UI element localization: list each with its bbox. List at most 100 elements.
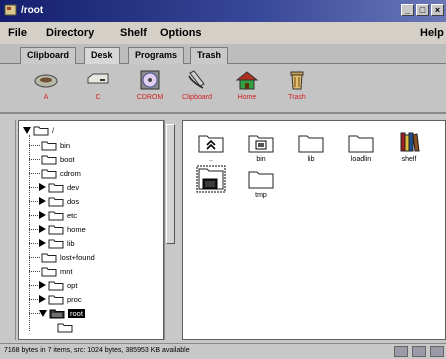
tray-icon[interactable]	[412, 346, 426, 357]
folder-icon	[33, 126, 49, 135]
left-gutter	[0, 120, 16, 340]
tree-item-dos[interactable]: dos	[39, 194, 79, 208]
folder-icon	[248, 135, 274, 153]
tree-label: bin	[60, 140, 71, 150]
app-icon	[4, 4, 17, 16]
folder-icon	[41, 155, 57, 164]
shelf-label-a: A	[43, 94, 49, 101]
menu-bar: File Directory Shelf Options Help	[0, 22, 446, 44]
folder-icon	[298, 135, 324, 153]
tab-trash[interactable]: Trash	[190, 47, 229, 64]
shelf-item-clipboard[interactable]: Clipboard	[173, 70, 221, 101]
tab-programs[interactable]: Programs	[128, 47, 185, 64]
tree-item-root[interactable]: root	[39, 306, 85, 320]
expand-icon[interactable]	[39, 225, 46, 233]
file-label: bin	[256, 156, 266, 163]
folder-icon	[48, 183, 64, 192]
tree-label: mnt	[60, 266, 73, 276]
expand-icon[interactable]	[39, 295, 46, 303]
tree-scrollbar[interactable]	[164, 120, 176, 340]
file-label: shelf	[401, 156, 417, 163]
folder-icon	[48, 295, 64, 304]
shelf-tab-bar: Clipboard Desk Programs Trash	[0, 44, 446, 64]
home-icon	[235, 71, 259, 90]
trash-icon	[290, 71, 304, 90]
tree-label: proc	[67, 294, 82, 304]
folder-icon	[41, 267, 57, 276]
tree-item-boot[interactable]: boot	[41, 152, 75, 166]
menu-options[interactable]: Options	[160, 27, 202, 39]
folder-icon	[41, 141, 57, 150]
tree-label: lib	[67, 238, 75, 248]
tab-clipboard[interactable]: Clipboard	[20, 47, 76, 64]
folder-icon	[48, 225, 64, 234]
shelf-item-trash[interactable]: Trash	[273, 70, 321, 101]
menu-help[interactable]: Help	[420, 27, 444, 39]
tree-item-bin[interactable]: bin	[41, 138, 70, 152]
tree-item-lib[interactable]: lib	[39, 236, 75, 250]
collapse-icon[interactable]	[23, 126, 31, 134]
tree-item-lost-found[interactable]: lost+found	[41, 250, 95, 264]
expand-icon[interactable]	[39, 281, 46, 289]
close-button[interactable]: ×	[431, 4, 444, 16]
tree-item-cdrom[interactable]: cdrom	[41, 166, 81, 180]
tree-item-root-dir[interactable]: /	[23, 123, 54, 137]
tree-label-selected: root	[68, 308, 85, 318]
menu-directory[interactable]: Directory	[46, 27, 94, 39]
file-item-bin[interactable]: bin	[239, 133, 283, 163]
file-label: ..	[209, 156, 213, 163]
parent-folder-icon	[198, 135, 224, 153]
tree-label: dos	[67, 196, 80, 206]
tree-label: home	[67, 224, 86, 234]
shelf-label-trash: Trash	[288, 94, 306, 101]
title-bar: /root _ □ ×	[0, 0, 446, 22]
tree-label: lost+found	[60, 252, 95, 262]
shelf-item-c[interactable]: C	[74, 70, 122, 101]
expand-icon[interactable]	[39, 211, 46, 219]
tree-item-dev[interactable]: dev	[39, 180, 79, 194]
tray-icon[interactable]	[394, 346, 408, 357]
tree-label: /	[52, 125, 55, 135]
shelf-label-clipboard: Clipboard	[182, 94, 212, 101]
file-item-shelf[interactable]: shelf	[387, 131, 431, 163]
shelf-label-c: C	[95, 94, 101, 101]
directory-tree: / bin boot cdrom dev dos etc home lib lo…	[18, 120, 164, 340]
shelf-item-home[interactable]: Home	[223, 70, 271, 101]
collapse-icon[interactable]	[39, 309, 47, 317]
tree-item-partial[interactable]	[57, 320, 73, 334]
file-item-parent[interactable]: ..	[189, 133, 233, 163]
file-item-terminal[interactable]	[189, 165, 233, 196]
tree-item-proc[interactable]: proc	[39, 292, 82, 306]
file-item-loadlin[interactable]: loadlin	[339, 133, 383, 163]
expand-icon[interactable]	[39, 239, 46, 247]
tree-label: opt	[67, 280, 78, 290]
tree-label: boot	[60, 154, 75, 164]
tree-scrollbar-thumb[interactable]	[166, 124, 175, 244]
file-item-lib[interactable]: lib	[289, 133, 333, 163]
shelf-item-a[interactable]: A	[22, 70, 70, 101]
shelf-item-cdrom[interactable]: CDROM	[126, 70, 174, 101]
books-icon	[400, 132, 420, 152]
folder-open-icon	[49, 309, 65, 318]
terminal-folder-icon	[196, 165, 226, 193]
folder-icon	[248, 171, 274, 189]
tab-desk[interactable]: Desk	[84, 47, 120, 64]
folder-icon	[41, 253, 57, 262]
tree-item-etc[interactable]: etc	[39, 208, 77, 222]
tree-item-home[interactable]: home	[39, 222, 86, 236]
tree-label: dev	[67, 182, 80, 192]
tree-item-opt[interactable]: opt	[39, 278, 77, 292]
floppy-drive-icon	[34, 74, 58, 88]
expand-icon[interactable]	[39, 197, 46, 205]
status-bar: 7168 bytes in 7 items, src: 1024 bytes, …	[0, 343, 446, 359]
file-item-tmp[interactable]: tmp	[239, 169, 283, 199]
minimize-button[interactable]: _	[401, 4, 414, 16]
clipboard-icon	[188, 70, 205, 89]
tree-item-mnt[interactable]: mnt	[41, 264, 73, 278]
menu-shelf[interactable]: Shelf	[120, 27, 147, 39]
tray-icon[interactable]	[430, 346, 444, 357]
file-label: lib	[307, 156, 315, 163]
maximize-button[interactable]: □	[416, 4, 429, 16]
menu-file[interactable]: File	[8, 27, 27, 39]
expand-icon[interactable]	[39, 183, 46, 191]
